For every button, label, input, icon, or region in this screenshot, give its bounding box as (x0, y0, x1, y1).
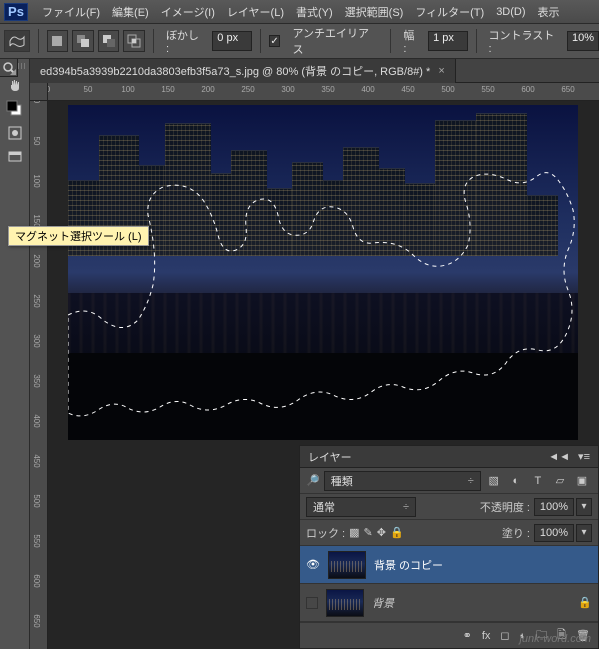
lock-all-icon[interactable]: 🔒 (390, 526, 404, 539)
lock-paint-icon[interactable]: ✎ (364, 526, 373, 539)
subtract-selection-icon[interactable] (98, 30, 120, 52)
workspace: T ed394b5a3939b2210da3803efb3f5a73_s.jpg… (0, 59, 599, 649)
intersect-selection-icon[interactable] (123, 30, 145, 52)
lock-label: ロック : (306, 525, 345, 541)
options-bar: ぼかし : 0 px ✓ アンチエイリアス 幅 : 1 px コントラスト : … (0, 24, 599, 59)
tool-tooltip: マグネット選択ツール (L) (8, 226, 149, 246)
layer-mask-icon[interactable]: ◻ (500, 629, 509, 642)
link-layers-icon[interactable]: ⚭ (463, 629, 472, 642)
lock-icon: 🔒 (578, 596, 592, 609)
menu-select[interactable]: 選択範囲(S) (339, 4, 410, 20)
menu-type[interactable]: 書式(Y) (290, 4, 339, 20)
new-selection-icon[interactable] (47, 30, 69, 52)
canvas[interactable] (68, 105, 578, 440)
opacity-label: 不透明度 : (480, 499, 530, 515)
layer-name[interactable]: 背景 のコピー (374, 557, 443, 573)
blur-input[interactable]: 0 px (212, 31, 251, 51)
blend-mode-select[interactable]: 通常÷ (306, 497, 416, 517)
selection-marquee (68, 105, 578, 440)
panel-collapse-icon[interactable]: ◄◄ (548, 451, 570, 463)
vertical-ruler[interactable]: 050100150200250300350400450500550600650 (30, 101, 48, 649)
visibility-toggle-icon[interactable] (306, 597, 318, 609)
opacity-input[interactable]: 100% (534, 498, 574, 516)
visibility-toggle-icon[interactable]: 👁 (306, 558, 320, 572)
menu-filter[interactable]: フィルター(T) (409, 4, 490, 20)
layer-thumbnail[interactable] (328, 551, 366, 579)
width-label: 幅 : (403, 27, 420, 55)
filter-shape-icon[interactable]: ▱ (551, 471, 569, 489)
contrast-input[interactable]: 10% (567, 31, 599, 51)
tool-palette: T (0, 59, 30, 649)
panel-menu-icon[interactable]: ▾≡ (578, 450, 590, 463)
document-tabbar: ed394b5a3939b2210da3803efb3f5a73_s.jpg @… (30, 59, 599, 83)
layer-row[interactable]: 👁 背景 のコピー (300, 546, 598, 584)
blur-label: ぼかし : (166, 27, 204, 55)
watermark: junk-word.com (519, 633, 591, 645)
filter-adjust-icon[interactable]: ◐ (507, 472, 525, 490)
layer-style-icon[interactable]: fx (482, 630, 491, 642)
lock-transparency-icon[interactable]: ▩ (349, 526, 359, 539)
menu-3d[interactable]: 3D(D) (490, 6, 531, 18)
fill-dropdown-icon[interactable]: ▾ (576, 524, 592, 542)
filter-type-icon[interactable]: T (529, 472, 547, 490)
antialias-label: アンチエイリアス (292, 25, 378, 57)
opacity-dropdown-icon[interactable]: ▾ (576, 498, 592, 516)
filter-smart-icon[interactable]: ▣ (573, 471, 591, 489)
layer-row[interactable]: 背景 🔒 (300, 584, 598, 622)
screenmode-toggle[interactable] (3, 145, 27, 169)
menu-bar: Ps ファイル(F) 編集(E) イメージ(I) レイヤー(L) 書式(Y) 選… (0, 0, 599, 24)
document-tab-title: ed394b5a3939b2210da3803efb3f5a73_s.jpg @… (40, 63, 430, 79)
horizontal-ruler[interactable]: 050100150200250300350400450500550600650 (48, 83, 599, 101)
filter-pixel-icon[interactable]: ▧ (485, 471, 503, 489)
menu-edit[interactable]: 編集(E) (106, 4, 155, 20)
fill-input[interactable]: 100% (534, 524, 574, 542)
layer-thumbnail[interactable] (326, 589, 364, 617)
menu-view[interactable]: 表示 (532, 4, 566, 20)
layer-filter-icons[interactable]: ▧ ◐ T ▱ ▣ (485, 471, 592, 490)
fill-label: 塗り : (502, 525, 530, 541)
layer-list: 👁 背景 のコピー 背景 🔒 (300, 546, 598, 622)
layers-panel-title: レイヤー (308, 449, 352, 465)
add-selection-icon[interactable] (72, 30, 94, 52)
contrast-label: コントラスト : (489, 27, 560, 55)
active-tool-preset[interactable] (4, 30, 30, 52)
app-logo: Ps (4, 3, 28, 21)
layers-panel: レイヤー ◄◄ ▾≡ 🔎 種類÷ ▧ ◐ T ▱ ▣ (299, 445, 599, 649)
width-input[interactable]: 1 px (428, 31, 467, 51)
canvas-viewport: 050100150200250300350400450500550600650 … (30, 83, 599, 649)
document-area: ed394b5a3939b2210da3803efb3f5a73_s.jpg @… (30, 59, 599, 649)
layer-name[interactable]: 背景 (372, 595, 394, 611)
document-tab[interactable]: ed394b5a3939b2210da3803efb3f5a73_s.jpg @… (30, 59, 456, 83)
close-icon[interactable]: × (438, 65, 444, 77)
zoom-tool[interactable] (0, 59, 18, 77)
layer-filter-select[interactable]: 種類÷ (324, 471, 481, 491)
menu-layer[interactable]: レイヤー(L) (221, 4, 290, 20)
quickmask-toggle[interactable] (3, 121, 27, 145)
ruler-origin[interactable] (30, 83, 48, 101)
foreground-background-swatch[interactable] (3, 97, 27, 121)
menu-image[interactable]: イメージ(I) (155, 4, 221, 20)
menu-file[interactable]: ファイル(F) (36, 4, 106, 20)
antialias-checkbox[interactable]: ✓ (269, 35, 281, 47)
lock-position-icon[interactable]: ✥ (377, 526, 386, 539)
